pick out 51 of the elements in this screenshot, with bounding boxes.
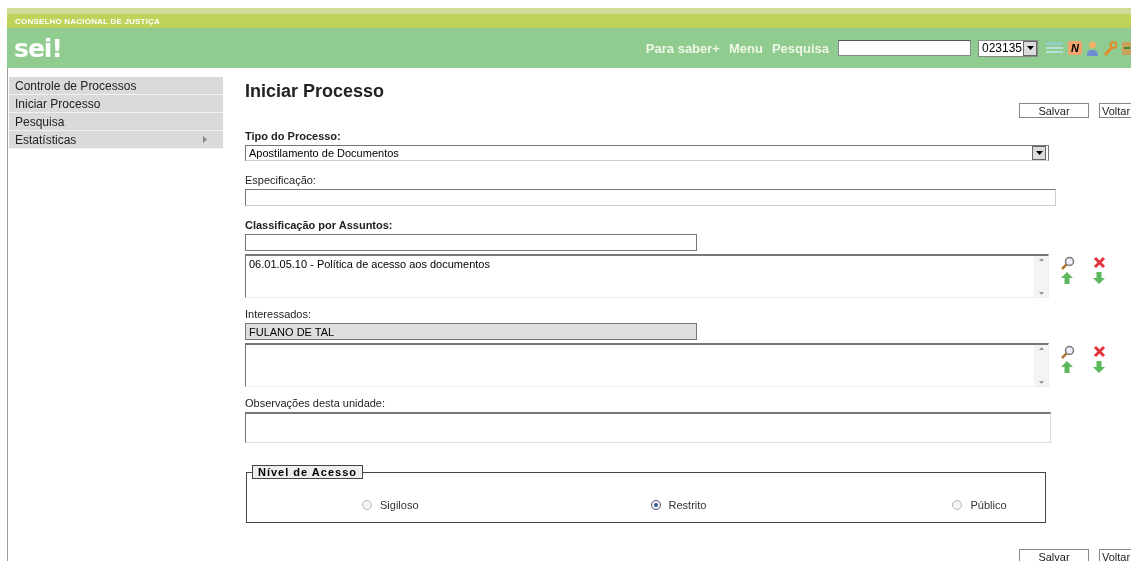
search-icon[interactable] xyxy=(1061,345,1075,359)
radio-option[interactable]: Público xyxy=(952,499,1007,511)
field-label: Tipo do Processo: xyxy=(245,130,342,142)
arrow-down-icon[interactable] xyxy=(1093,361,1105,373)
unit-select[interactable]: 023135 xyxy=(978,39,1038,57)
radio-button[interactable] xyxy=(952,500,963,510)
page-title: Iniciar Processo xyxy=(245,81,386,103)
search-field[interactable] xyxy=(838,40,971,56)
text-area[interactable] xyxy=(245,412,1051,443)
field-label: Classificação por Assuntos: xyxy=(245,219,394,231)
user-icon[interactable] xyxy=(1087,40,1098,56)
field-label: Interessados: xyxy=(245,308,313,320)
list-option[interactable]: 06.01.05.10 - Política de acesso aos documentos xyxy=(249,258,1031,270)
back-button[interactable]: Voltar xyxy=(1099,103,1131,118)
radio-option[interactable]: Sigiloso xyxy=(362,499,419,511)
scroll-down-icon[interactable] xyxy=(1038,381,1044,384)
exit-icon[interactable] xyxy=(1122,40,1131,56)
input-field[interactable]: FULANO DE TAL xyxy=(245,323,697,340)
list-box[interactable]: 06.01.05.10 - Política de acesso aos documentos xyxy=(245,254,1049,298)
radio-option[interactable]: Restrito xyxy=(650,499,707,511)
arrow-down-icon[interactable] xyxy=(1093,272,1105,284)
scroll-up-icon[interactable] xyxy=(1038,258,1044,261)
sidebar-item[interactable]: Estatísticas xyxy=(9,131,223,149)
arrow-up-icon[interactable] xyxy=(1061,361,1073,373)
wrench-icon[interactable] xyxy=(1103,40,1117,56)
arrow-up-icon[interactable] xyxy=(1061,272,1073,284)
dropdown-arrow-icon[interactable] xyxy=(1026,46,1034,50)
sidebar-item[interactable]: Controle de Processos xyxy=(9,77,223,95)
scroll-down-icon[interactable] xyxy=(1038,292,1044,295)
field-label: Especificação: xyxy=(245,174,317,186)
save-button[interactable]: Salvar xyxy=(1019,549,1089,561)
close-icon[interactable] xyxy=(1093,256,1106,269)
radio-button[interactable] xyxy=(362,500,372,510)
save-button[interactable]: Salvar xyxy=(1019,103,1089,118)
notes-icon[interactable]: N xyxy=(1068,41,1082,55)
scroll-up-icon[interactable] xyxy=(1038,347,1044,350)
grid-icon[interactable] xyxy=(1046,41,1063,55)
back-button[interactable]: Voltar xyxy=(1099,549,1131,561)
sidebar-item[interactable]: Pesquisa xyxy=(9,113,223,131)
radio-button[interactable] xyxy=(650,500,661,510)
dropdown-arrow-icon[interactable] xyxy=(1035,151,1043,155)
organization-name: CONSELHO NACIONAL DE JUSTIÇA xyxy=(15,16,161,26)
close-icon[interactable] xyxy=(1093,345,1106,358)
list-box[interactable] xyxy=(245,343,1049,387)
search-icon[interactable] xyxy=(1061,256,1075,270)
access-level-legend: Nível de Acesso xyxy=(252,465,363,479)
input-field[interactable] xyxy=(245,189,1056,206)
process-type-select[interactable]: Apostilamento de Documentos xyxy=(245,145,1049,161)
input-field[interactable] xyxy=(245,234,697,251)
field-label: Observações desta unidade: xyxy=(245,397,387,409)
sidebar-item[interactable]: Iniciar Processo xyxy=(9,95,223,113)
